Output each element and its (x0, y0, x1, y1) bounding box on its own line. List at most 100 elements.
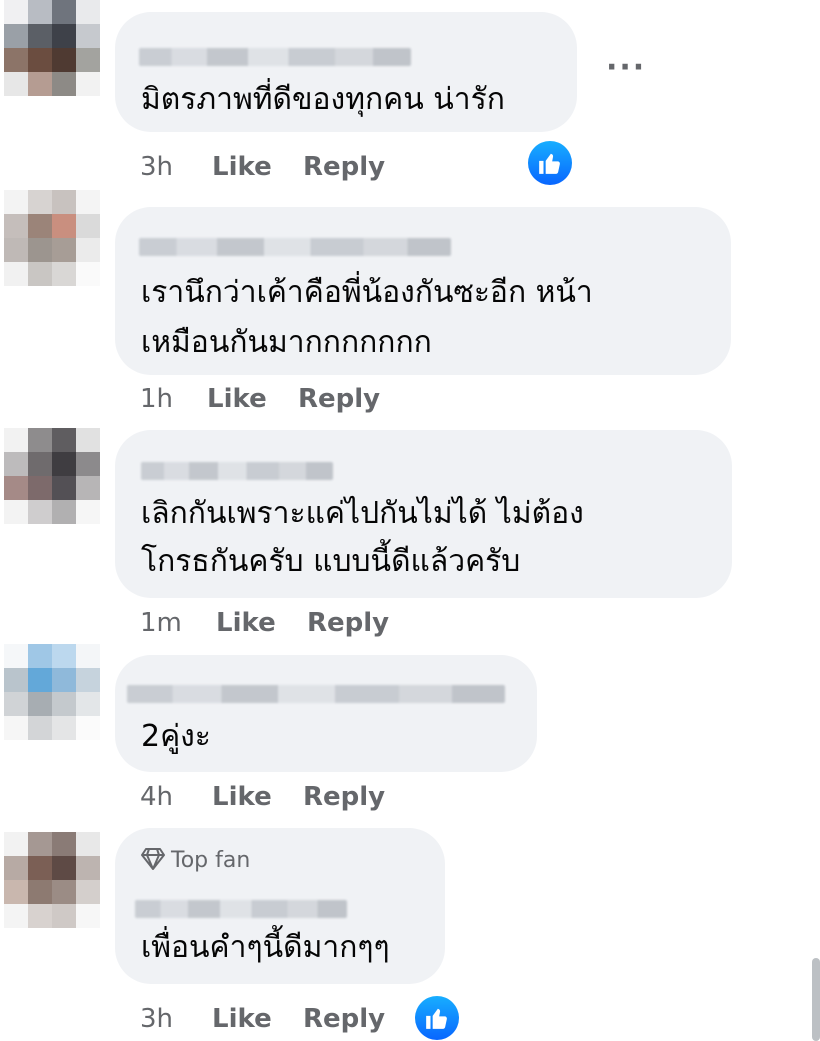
avatar-pixel (52, 48, 76, 72)
avatar-pixel (28, 262, 52, 286)
avatar-pixel (28, 24, 52, 48)
avatar-pixel (28, 500, 52, 524)
avatar-pixel (76, 716, 100, 740)
top-fan-label: Top fan (171, 848, 251, 873)
avatar-pixel (4, 644, 28, 668)
scrollbar-thumb[interactable] (812, 958, 820, 1041)
avatar-pixel (4, 190, 28, 214)
commenter-name-redacted[interactable] (139, 238, 451, 256)
like-button[interactable]: Like (212, 1004, 272, 1034)
comment-bubble: เรานึกว่าเค้าคือพี่น้องกันซะอีก หน้า เหม… (115, 207, 731, 375)
comment-timestamp[interactable]: 1m (140, 608, 182, 638)
avatar-pixel (52, 452, 76, 476)
reply-button[interactable]: Reply (303, 1004, 385, 1034)
avatar-pixel (28, 238, 52, 262)
reply-button[interactable]: Reply (303, 782, 385, 812)
avatar-pixel (52, 476, 76, 500)
commenter-name-redacted[interactable] (139, 48, 411, 66)
like-button[interactable]: Like (207, 384, 267, 414)
avatar-pixel (28, 904, 52, 928)
like-reaction-icon[interactable] (528, 141, 572, 185)
avatar-pixel (76, 0, 100, 24)
comment-timestamp[interactable]: 4h (140, 782, 173, 812)
comment-text: เหมือนกันมากกกกกกก (141, 325, 432, 360)
commenter-name-redacted[interactable] (141, 462, 333, 480)
comment-text: เพื่อนคำๆนี้ดีมากๆๆ (141, 930, 390, 965)
comment-timestamp[interactable]: 1h (140, 384, 173, 414)
avatar-pixel (76, 262, 100, 286)
comment-text: เรานึกว่าเค้าคือพี่น้องกันซะอีก หน้า (141, 275, 593, 310)
comment-timestamp[interactable]: 3h (140, 1004, 173, 1034)
commenter-avatar[interactable] (4, 0, 100, 96)
avatar-pixel (28, 48, 52, 72)
commenter-avatar[interactable] (4, 832, 100, 928)
avatar-pixel (4, 856, 28, 880)
avatar-pixel (76, 238, 100, 262)
commenter-name-redacted[interactable] (127, 685, 505, 703)
comment-text: มิตรภาพที่ดีของทุกคน น่ารัก (141, 82, 505, 117)
avatar-pixel (52, 500, 76, 524)
avatar-pixel (4, 500, 28, 524)
avatar-pixel (28, 452, 52, 476)
comment-bubble: มิตรภาพที่ดีของทุกคน น่ารัก (115, 12, 577, 132)
avatar-pixel (4, 668, 28, 692)
avatar-pixel (28, 668, 52, 692)
like-button[interactable]: Like (212, 782, 272, 812)
avatar-pixel (4, 716, 28, 740)
avatar-pixel (28, 476, 52, 500)
avatar-pixel (52, 428, 76, 452)
avatar-pixel (4, 476, 28, 500)
avatar-pixel (52, 238, 76, 262)
avatar-pixel (76, 856, 100, 880)
avatar-pixel (52, 832, 76, 856)
like-button[interactable]: Like (212, 152, 272, 182)
reply-button[interactable]: Reply (298, 384, 380, 414)
commenter-avatar[interactable] (4, 644, 100, 740)
avatar-pixel (4, 24, 28, 48)
avatar-pixel (4, 214, 28, 238)
avatar-pixel (28, 428, 52, 452)
avatar-pixel (52, 262, 76, 286)
more-options-icon[interactable]: ··· (606, 50, 646, 85)
avatar-pixel (76, 48, 100, 72)
avatar-pixel (4, 904, 28, 928)
avatar-pixel (52, 692, 76, 716)
commenter-avatar[interactable] (4, 428, 100, 524)
like-reaction-icon[interactable] (415, 996, 459, 1040)
avatar-pixel (28, 190, 52, 214)
reply-button[interactable]: Reply (307, 608, 389, 638)
avatar-pixel (4, 72, 28, 96)
avatar-pixel (4, 452, 28, 476)
avatar-pixel (52, 214, 76, 238)
avatar-pixel (76, 692, 100, 716)
reply-button[interactable]: Reply (303, 152, 385, 182)
avatar-pixel (52, 24, 76, 48)
avatar-pixel (76, 880, 100, 904)
comment-bubble: Top fan เพื่อนคำๆนี้ดีมากๆๆ (115, 828, 445, 984)
comment-text: โกรธกันครับ แบบนี้ดีแล้วครับ (141, 544, 521, 579)
avatar-pixel (28, 856, 52, 880)
avatar-pixel (76, 428, 100, 452)
avatar-pixel (28, 0, 52, 24)
commenter-avatar[interactable] (4, 190, 100, 286)
avatar-pixel (76, 24, 100, 48)
comment-timestamp[interactable]: 3h (140, 152, 173, 182)
avatar-pixel (52, 190, 76, 214)
avatar-pixel (76, 500, 100, 524)
avatar-pixel (4, 692, 28, 716)
commenter-name-redacted[interactable] (135, 900, 347, 918)
top-fan-badge: Top fan (141, 848, 250, 873)
avatar-pixel (28, 72, 52, 96)
avatar-pixel (4, 48, 28, 72)
avatar-pixel (52, 856, 76, 880)
comment-text: เลิกกันเพราะแค่ไปกันไม่ได้ ไม่ต้อง (141, 496, 584, 531)
avatar-pixel (52, 668, 76, 692)
avatar-pixel (76, 668, 100, 692)
avatar-pixel (76, 452, 100, 476)
avatar-pixel (76, 904, 100, 928)
like-button[interactable]: Like (216, 608, 276, 638)
avatar-pixel (28, 692, 52, 716)
avatar-pixel (28, 214, 52, 238)
avatar-pixel (76, 476, 100, 500)
avatar-pixel (28, 716, 52, 740)
